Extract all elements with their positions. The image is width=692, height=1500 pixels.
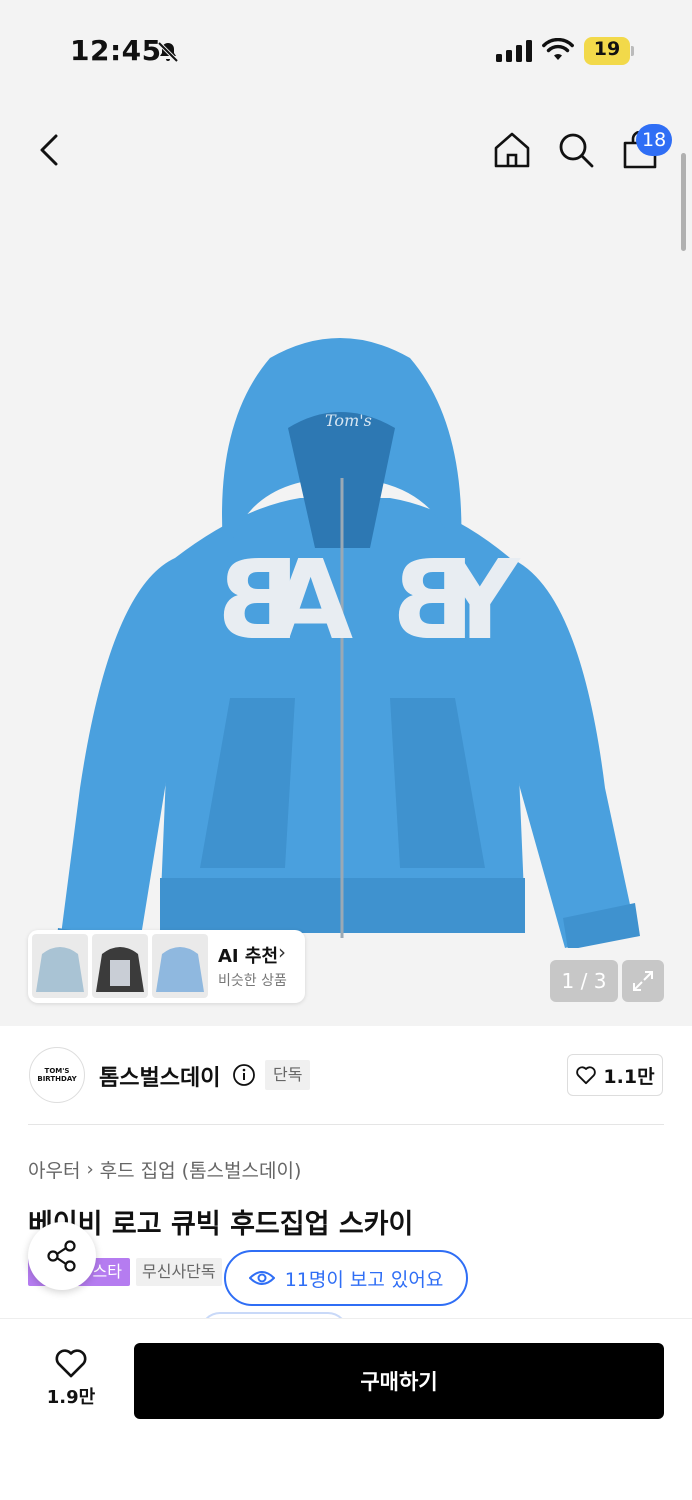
svg-text:Tom's: Tom's xyxy=(325,411,372,430)
bottom-action-bar: 1.9만 구매하기 xyxy=(0,1318,692,1500)
viewers-badge[interactable]: 11명이 보고 있어요 xyxy=(224,1250,468,1306)
recommend-thumb xyxy=(152,934,208,998)
brand-name[interactable]: 톰스벌스데이 xyxy=(99,1060,220,1092)
eye-icon xyxy=(248,1271,275,1285)
home-icon xyxy=(494,132,530,168)
brand-row: TOM'S BIRTHDAY 톰스벌스데이 단독 1.1만 xyxy=(0,1026,692,1126)
brand-logo[interactable]: TOM'S BIRTHDAY xyxy=(29,1047,85,1103)
bell-off-icon xyxy=(157,41,179,63)
signal-icon xyxy=(496,40,532,62)
musinsa-exclusive-tag: 무신사단독 xyxy=(136,1258,222,1286)
heart-icon xyxy=(55,1349,87,1378)
divider xyxy=(28,1124,664,1125)
share-icon xyxy=(47,1240,76,1272)
recommend-thumb xyxy=(92,934,148,998)
status-time: 12:45 xyxy=(70,34,162,67)
wishlist-count: 1.9만 xyxy=(46,1387,96,1408)
search-button[interactable] xyxy=(554,128,598,172)
scrollbar[interactable] xyxy=(681,153,686,251)
svg-text:A: A xyxy=(268,536,353,664)
ai-recommend-title: AI 추천 xyxy=(218,946,279,967)
product-gallery[interactable]: B A B Y Tom's AI 추천 › 비슷한 상품 1 / 3 xyxy=(0,100,692,1026)
status-bar: 12:45 19 xyxy=(0,0,692,100)
home-button[interactable] xyxy=(490,128,534,172)
chevron-right-icon: › xyxy=(278,940,286,964)
cart-count-badge: 18 xyxy=(636,124,673,156)
recommend-thumb xyxy=(32,934,88,998)
info-icon[interactable] xyxy=(232,1063,256,1087)
breadcrumb-category[interactable]: 아우터 xyxy=(28,1156,80,1183)
share-button[interactable] xyxy=(28,1222,96,1290)
breadcrumb: 아우터 › 후드 집업 (톰스벌스데이) xyxy=(28,1156,301,1183)
page-indicator: 1 / 3 xyxy=(550,960,618,1002)
brand-like-button[interactable]: 1.1만 xyxy=(567,1054,663,1096)
expand-icon xyxy=(633,971,653,991)
svg-text:Y: Y xyxy=(438,536,521,664)
exclusive-tag: 단독 xyxy=(265,1060,311,1090)
back-button[interactable] xyxy=(28,128,72,172)
ai-recommend-card[interactable]: AI 추천 › 비슷한 상품 xyxy=(28,930,305,1003)
buy-button[interactable]: 구매하기 xyxy=(134,1343,664,1419)
heart-icon xyxy=(576,1066,597,1085)
battery-indicator: 19 xyxy=(584,37,634,65)
brand-like-count: 1.1만 xyxy=(603,1065,655,1088)
search-icon xyxy=(559,133,594,168)
viewers-text: 11명이 보고 있어요 xyxy=(284,1268,444,1291)
fullscreen-button[interactable] xyxy=(622,960,664,1002)
breadcrumb-subcategory[interactable]: 후드 집업 (톰스벌스데이) xyxy=(100,1156,302,1183)
chevron-right-icon: › xyxy=(86,1159,94,1180)
ai-recommend-subtitle: 비슷한 상품 xyxy=(218,973,287,989)
chevron-left-icon xyxy=(40,134,58,166)
wifi-icon xyxy=(542,38,574,60)
product-image: B A B Y Tom's xyxy=(55,338,640,948)
wishlist-button[interactable]: 1.9만 xyxy=(30,1347,112,1417)
